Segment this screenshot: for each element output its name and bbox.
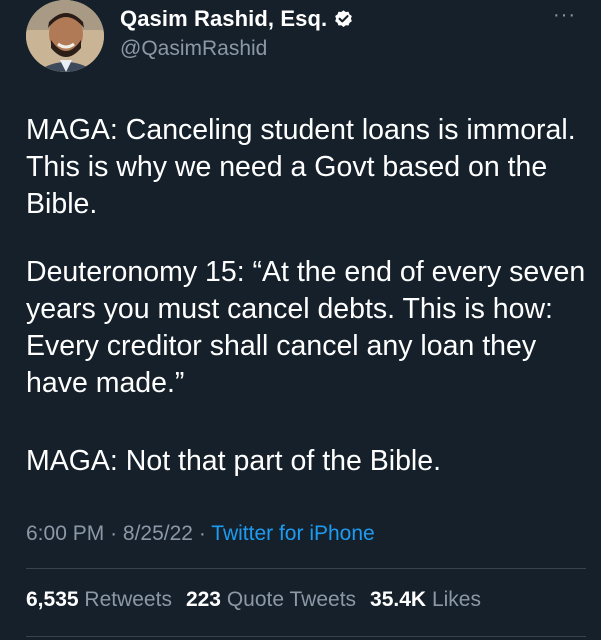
tweet-paragraph-1: MAGA: Canceling student loans is immoral… (26, 114, 576, 220)
author-name-row[interactable]: Qasim Rashid, Esq. (120, 4, 354, 34)
tweet-card: Qasim Rashid, Esq. @QasimRashid ··· MAGA… (0, 0, 601, 640)
tweet-date[interactable]: 8/25/22 (123, 522, 193, 545)
tweet-time[interactable]: 6:00 PM (26, 522, 104, 545)
tweet-metadata: 6:00 PM · 8/25/22 · Twitter for iPhone (26, 522, 375, 546)
retweets-count: 6,535 (26, 588, 79, 611)
tweet-paragraph-2: Deuteronomy 15: “At the end of every sev… (26, 256, 586, 399)
meta-separator: · (198, 522, 206, 545)
likes-count: 35.4K (370, 588, 427, 611)
quote-tweets-stat[interactable]: 223 Quote Tweets (186, 588, 356, 612)
tweet-paragraph-3: MAGA: Not that part of the Bible. (26, 445, 442, 477)
retweets-stat[interactable]: 6,535 Retweets (26, 588, 172, 612)
likes-stat[interactable]: 35.4K Likes (370, 588, 481, 612)
author-handle[interactable]: @QasimRashid (120, 37, 267, 61)
more-options-icon[interactable]: ··· (553, 5, 576, 25)
likes-label: Likes (431, 588, 481, 611)
divider (26, 568, 586, 569)
avatar[interactable] (26, 0, 104, 72)
meta-separator: · (110, 522, 118, 545)
engagement-stats: 6,535 Retweets 223 Quote Tweets 35.4K Li… (26, 588, 481, 612)
quotes-count: 223 (185, 588, 221, 611)
tweet-source-link[interactable]: Twitter for iPhone (211, 522, 374, 545)
profile-photo-icon (26, 0, 104, 72)
display-name[interactable]: Qasim Rashid, Esq. (120, 6, 327, 32)
retweets-label: Retweets (84, 588, 172, 611)
divider (26, 636, 586, 637)
verified-badge-icon (333, 9, 354, 30)
quotes-label: Quote Tweets (226, 588, 357, 611)
